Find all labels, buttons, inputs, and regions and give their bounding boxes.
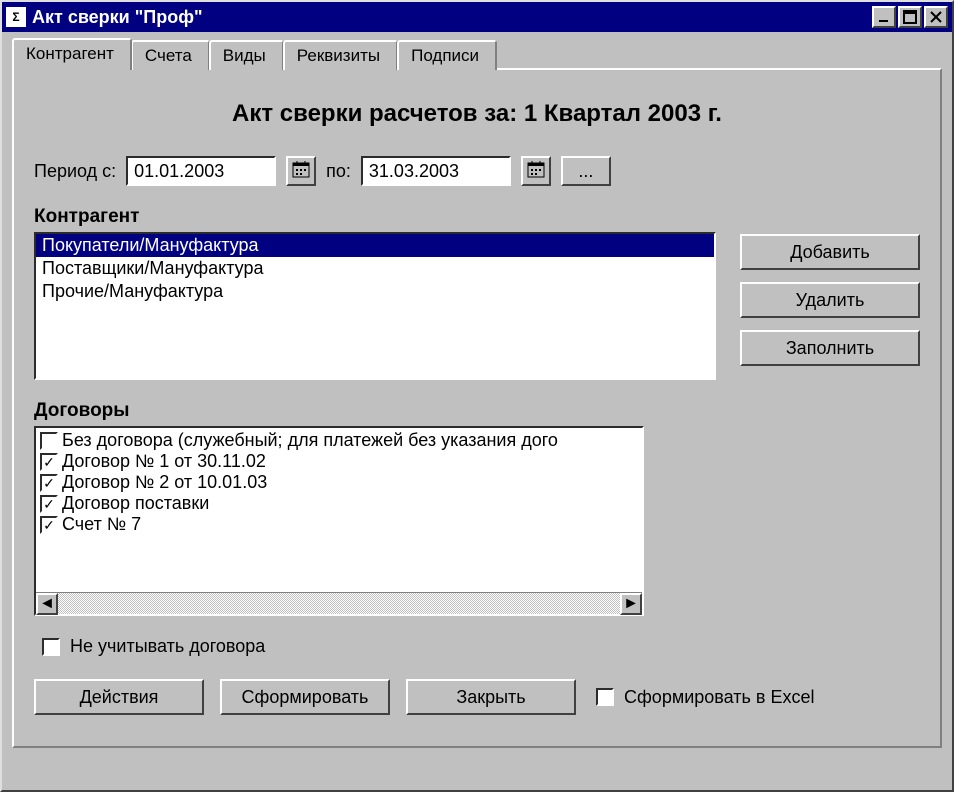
horizontal-scrollbar[interactable]: ◄ ►: [36, 592, 642, 614]
page-title: Акт сверки расчетов за: 1 Квартал 2003 г…: [34, 100, 920, 128]
scroll-right-button[interactable]: ►: [620, 593, 642, 615]
calendar-icon: [527, 160, 545, 183]
list-item[interactable]: Покупатели/Мануфактура: [36, 234, 714, 257]
period-from-input[interactable]: [126, 156, 276, 186]
contract-label: Договор № 2 от 10.01.03: [62, 472, 267, 493]
app-icon: Σ: [6, 7, 26, 27]
form-excel-label: Сформировать в Excel: [624, 687, 814, 708]
period-to-label: по:: [326, 161, 351, 182]
client-area: Контрагент Счета Виды Реквизиты Подписи …: [2, 32, 952, 790]
list-item[interactable]: Прочие/Мануфактура: [36, 280, 714, 303]
counterparty-group-label: Контрагент: [34, 206, 920, 228]
titlebar: Σ Акт сверки "Проф": [2, 2, 952, 32]
calendar-from-button[interactable]: [286, 156, 316, 186]
add-button[interactable]: Добавить: [740, 234, 920, 270]
tab-vidy[interactable]: Виды: [209, 40, 284, 70]
minimize-button[interactable]: [872, 6, 896, 28]
ignore-contracts-row[interactable]: Не учитывать договора: [42, 636, 920, 657]
checkbox-icon[interactable]: [42, 638, 60, 656]
tab-rekvizity[interactable]: Реквизиты: [283, 40, 398, 70]
period-from-label: Период с:: [34, 161, 116, 182]
contract-row[interactable]: Счет № 7: [38, 514, 640, 535]
tab-panel: Акт сверки расчетов за: 1 Квартал 2003 г…: [12, 68, 942, 748]
close-button[interactable]: [924, 6, 948, 28]
triangle-right-icon: ►: [623, 595, 639, 613]
checkbox-icon[interactable]: [40, 474, 58, 492]
tab-scheta[interactable]: Счета: [131, 40, 210, 70]
fill-button[interactable]: Заполнить: [740, 330, 920, 366]
contracts-listbox[interactable]: Без договора (служебный; для платежей бе…: [34, 426, 644, 616]
maximize-button[interactable]: [898, 6, 922, 28]
contract-label: Счет № 7: [62, 514, 141, 535]
form-button[interactable]: Сформировать: [220, 679, 390, 715]
triangle-left-icon: ◄: [39, 595, 55, 613]
calendar-icon: [292, 160, 310, 183]
scroll-left-button[interactable]: ◄: [36, 593, 58, 615]
contract-label: Договор № 1 от 30.11.02: [62, 451, 266, 472]
actions-button[interactable]: Действия: [34, 679, 204, 715]
period-browse-button[interactable]: ...: [561, 156, 611, 186]
checkbox-icon[interactable]: [40, 453, 58, 471]
tab-kontragent[interactable]: Контрагент: [12, 38, 132, 70]
checkbox-icon[interactable]: [40, 495, 58, 513]
action-row: Действия Сформировать Закрыть Сформирова…: [34, 679, 920, 715]
scrollbar-track[interactable]: [58, 593, 620, 614]
contract-row[interactable]: Договор № 1 от 30.11.02: [38, 451, 640, 472]
period-to-input[interactable]: [361, 156, 511, 186]
list-item[interactable]: Поставщики/Мануфактура: [36, 257, 714, 280]
checkbox-icon[interactable]: [40, 432, 58, 450]
counterparty-listbox[interactable]: Покупатели/Мануфактура Поставщики/Мануфа…: [34, 232, 716, 380]
delete-button[interactable]: Удалить: [740, 282, 920, 318]
form-excel-row[interactable]: Сформировать в Excel: [596, 687, 814, 708]
tab-row: Контрагент Счета Виды Реквизиты Подписи: [12, 38, 942, 68]
contract-row[interactable]: Договор № 2 от 10.01.03: [38, 472, 640, 493]
close-dialog-button[interactable]: Закрыть: [406, 679, 576, 715]
calendar-to-button[interactable]: [521, 156, 551, 186]
contract-row[interactable]: Без договора (служебный; для платежей бе…: [38, 430, 640, 451]
checkbox-icon[interactable]: [40, 516, 58, 534]
ignore-contracts-label: Не учитывать договора: [70, 636, 265, 657]
contract-row[interactable]: Договор поставки: [38, 493, 640, 514]
contract-label: Договор поставки: [62, 493, 209, 514]
app-window: Σ Акт сверки "Проф" Контрагент Счета Вид…: [0, 0, 954, 792]
contracts-group-label: Договоры: [34, 400, 920, 422]
window-title: Акт сверки "Проф": [32, 7, 872, 28]
tab-podpisi[interactable]: Подписи: [397, 40, 497, 70]
checkbox-icon[interactable]: [596, 688, 614, 706]
period-row: Период с: по: ...: [34, 156, 920, 186]
contract-label: Без договора (служебный; для платежей бе…: [62, 430, 558, 451]
